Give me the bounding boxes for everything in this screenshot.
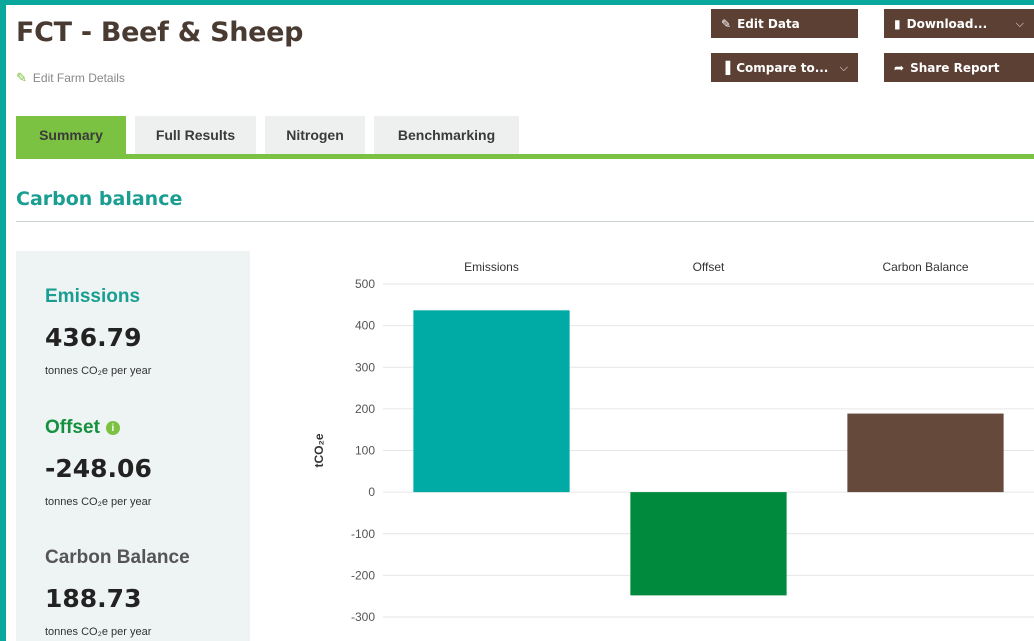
share-report-label: Share Report — [910, 60, 1000, 75]
edit-data-button[interactable]: ✎ Edit Data — [711, 9, 858, 38]
offset-label: Offset i — [45, 417, 120, 439]
y-tick-label: -100 — [351, 527, 375, 541]
compare-button[interactable]: ▐ Compare to... ⌵ — [711, 53, 858, 82]
offset-label-text: Offset — [45, 417, 100, 438]
chevron-down-icon: ⌵ — [1015, 16, 1024, 30]
file-icon: ▮ — [894, 16, 901, 31]
info-icon[interactable]: i — [105, 421, 120, 435]
chart-svg: 500 400 300 200 100 0 -100 -200 -300 tCO₂e Emissio… — [312, 260, 1034, 624]
share-report-button[interactable]: ➦ Share Report — [884, 53, 1034, 82]
edit-farm-details-label: Edit Farm Details — [32, 71, 125, 85]
edit-icon: ✎ — [721, 16, 732, 31]
bar — [630, 492, 787, 596]
edit-farm-details-link[interactable]: ✎ Edit Farm Details — [16, 70, 125, 86]
y-tick-label: -300 — [351, 610, 375, 624]
carbon-balance-value: 188.73 — [45, 584, 142, 613]
emissions-value: 436.79 — [45, 323, 142, 352]
tab-benchmarking[interactable]: Benchmarking — [374, 116, 519, 154]
tab-summary[interactable]: Summary — [16, 116, 126, 154]
emissions-label: Emissions — [45, 286, 140, 308]
edit-data-label: Edit Data — [737, 16, 800, 31]
y-axis-label: tCO₂e — [312, 433, 326, 467]
emissions-unit: tonnes CO₂e per year — [45, 365, 152, 377]
tab-nitrogen[interactable]: Nitrogen — [265, 116, 365, 154]
category-label: Emissions — [464, 260, 519, 274]
bar — [413, 310, 570, 493]
y-tick-label: 200 — [355, 402, 375, 416]
carbon-balance-chart: 500 400 300 200 100 0 -100 -200 -300 tCO₂e Emissio… — [286, 245, 1034, 641]
y-tick-label: 0 — [368, 485, 375, 499]
download-button[interactable]: ▮ Download... ⌵ — [884, 9, 1034, 38]
section-divider — [16, 221, 1034, 222]
carbon-balance-unit: tonnes CO₂e per year — [45, 626, 152, 638]
share-arrow-icon: ➦ — [894, 60, 905, 75]
carbon-balance-label-text: Carbon Balance — [45, 547, 190, 568]
report-panel: FCT - Beef & Sheep ✎ Edit Farm Details ✎… — [6, 5, 1034, 641]
tab-full-results[interactable]: Full Results — [135, 116, 256, 154]
section-title: Carbon balance — [16, 188, 183, 210]
y-tick-label: 500 — [355, 277, 375, 291]
y-tick-label: 100 — [355, 444, 375, 458]
compare-label: Compare to... — [736, 60, 829, 75]
y-tick-label: 400 — [355, 319, 375, 333]
page-title: FCT - Beef & Sheep — [16, 17, 304, 48]
download-label: Download... — [906, 16, 988, 31]
tab-label: Nitrogen — [286, 127, 344, 143]
stats-panel: Emissions 436.79 tonnes CO₂e per year Of… — [16, 251, 250, 641]
category-label: Carbon Balance — [882, 260, 968, 274]
bar-chart-icon: ▐ — [721, 60, 731, 75]
report-tabs: Summary Full Results Nitrogen Benchmarki… — [16, 116, 1034, 159]
y-tick-label: 300 — [355, 360, 375, 374]
tab-label: Full Results — [155, 127, 236, 143]
y-tick-label: -200 — [351, 568, 375, 582]
tab-label: Benchmarking — [397, 127, 496, 143]
category-label: Offset — [693, 260, 725, 274]
tab-label: Summary — [39, 127, 103, 143]
edit-icon: ✎ — [16, 70, 27, 85]
bar — [847, 413, 1004, 493]
offset-unit: tonnes CO₂e per year — [45, 496, 152, 508]
emissions-label-text: Emissions — [45, 286, 141, 307]
offset-value: -248.06 — [45, 454, 152, 483]
chevron-down-icon: ⌵ — [839, 60, 848, 74]
carbon-balance-label: Carbon Balance — [45, 547, 190, 569]
